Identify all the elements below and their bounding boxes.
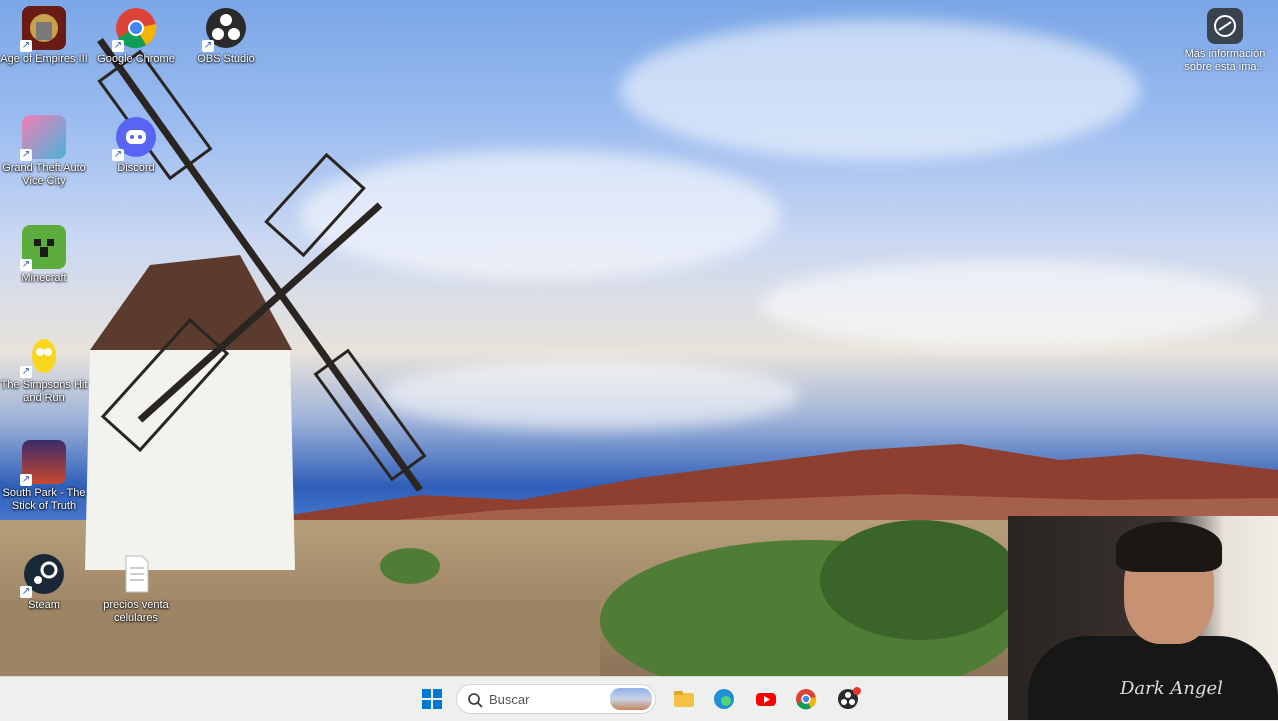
gta-vice-city-icon: ↗	[20, 115, 66, 161]
desktop-icon-chrome[interactable]: ↗ Google Chrome	[92, 6, 180, 66]
shortcut-arrow-icon: ↗	[20, 474, 32, 486]
desktop-icon-gta[interactable]: ↗ Grand Theft Auto Vice City	[0, 115, 88, 188]
search-icon	[468, 693, 483, 708]
steam-icon: ↗	[20, 552, 66, 598]
more-info-button[interactable]: Más información sobre esta ima...	[1180, 8, 1270, 74]
cloud	[760, 260, 1260, 350]
person-hair	[1116, 522, 1222, 572]
cloud	[380, 360, 800, 430]
desktop-icon-label: Discord	[117, 162, 155, 174]
desktop-icon-label: Google Chrome	[97, 53, 175, 65]
desktop-icon-label: The Simpsons Hit and Run	[0, 379, 88, 404]
desktop-icon-age-of-empires[interactable]: ↗ Age of Empires III	[0, 6, 88, 66]
more-info-label: Más información sobre esta ima...	[1184, 48, 1266, 73]
windows-start-icon[interactable]	[418, 685, 446, 713]
shortcut-arrow-icon: ↗	[112, 40, 124, 52]
desktop-icon-label: Grand Theft Auto Vice City	[2, 162, 86, 187]
search-highlight-image	[610, 688, 652, 710]
shortcut-arrow-icon: ↗	[20, 149, 32, 161]
age-of-empires-icon: ↗	[20, 6, 66, 52]
south-park-icon: ↗	[20, 440, 66, 486]
simpsons-icon: ↗	[20, 332, 66, 378]
edge-icon[interactable]	[710, 685, 738, 713]
desktop-icon-obs[interactable]: ↗ OBS Studio	[182, 6, 270, 66]
desktop-icon-minecraft[interactable]: ↗ Minecraft	[0, 225, 88, 285]
cloud	[620, 20, 1140, 160]
obs-icon: ↗	[202, 6, 248, 52]
desktop-icon-simpsons[interactable]: ↗ The Simpsons Hit and Run	[0, 332, 88, 405]
desktop-icon-discord[interactable]: ↗ Discord	[92, 115, 180, 175]
windmill	[85, 37, 427, 570]
shortcut-arrow-icon: ↗	[20, 40, 32, 52]
desktop-icon-label: Age of Empires III	[0, 53, 88, 65]
shrub	[820, 520, 1020, 640]
desktop-icon-label: South Park - The Stick of Truth	[2, 487, 86, 512]
discord-icon: ↗	[112, 115, 158, 161]
shortcut-arrow-icon: ↗	[20, 259, 32, 271]
desktop-icon-precios[interactable]: precios venta celulares	[92, 552, 180, 625]
shortcut-arrow-icon: ↗	[112, 149, 124, 161]
search-placeholder: Buscar	[489, 692, 530, 707]
shortcut-arrow-icon: ↗	[202, 40, 214, 52]
file-explorer-icon[interactable]	[670, 685, 698, 713]
search-box[interactable]: Buscar	[456, 684, 656, 714]
youtube-icon[interactable]	[752, 685, 780, 713]
chrome-icon[interactable]	[792, 685, 820, 713]
chrome-icon: ↗	[112, 6, 158, 52]
desktop-icon-steam[interactable]: ↗ Steam	[0, 552, 88, 612]
desktop-icon-label: Minecraft	[21, 272, 67, 284]
obs-icon[interactable]	[834, 685, 862, 713]
desktop-icon-label: precios venta celulares	[103, 599, 169, 624]
shortcut-arrow-icon: ↗	[20, 366, 32, 378]
stone-wall	[0, 600, 600, 676]
camera-info-icon	[1207, 8, 1243, 44]
webcam-overlay: Dark Angel	[1008, 516, 1278, 720]
shirt-text: Dark Angel	[1120, 678, 1223, 699]
desktop-icon-south-park[interactable]: ↗ South Park - The Stick of Truth	[0, 440, 88, 513]
document-icon	[114, 552, 158, 596]
shortcut-arrow-icon: ↗	[20, 586, 32, 598]
minecraft-icon: ↗	[20, 225, 66, 271]
desktop-icon-label: OBS Studio	[197, 53, 255, 65]
desktop-icon-label: Steam	[28, 599, 60, 611]
